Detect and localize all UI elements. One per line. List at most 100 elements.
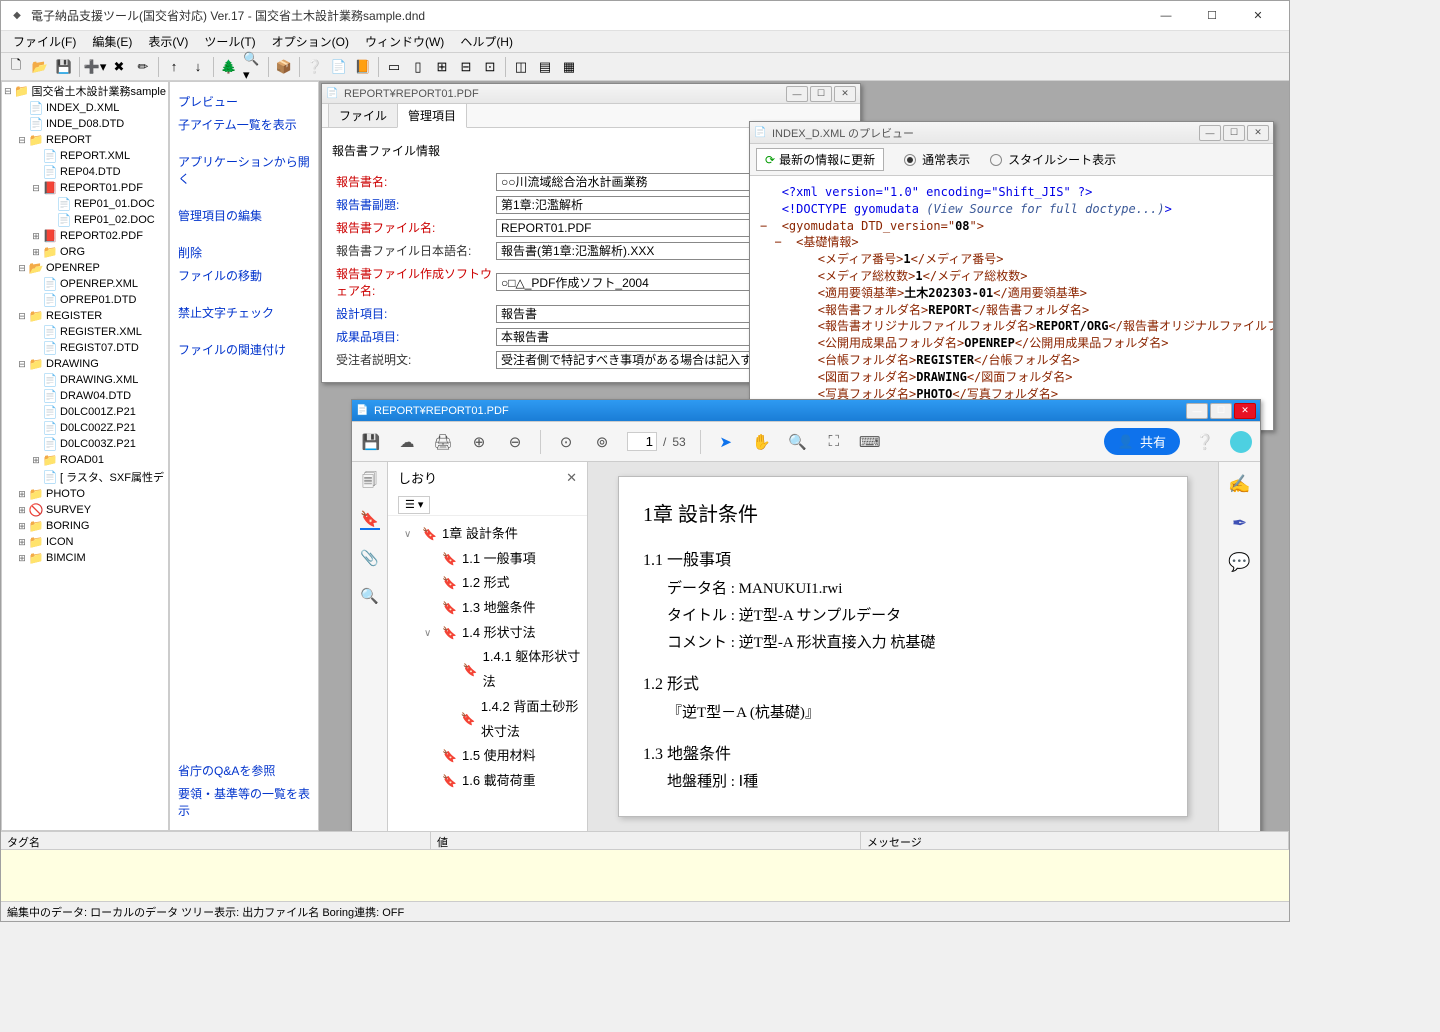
pdf-print-icon[interactable]: 🖨 xyxy=(432,431,454,453)
win1-max-button[interactable]: ☐ xyxy=(810,86,832,102)
bookmarks-icon[interactable]: 🔖 xyxy=(360,510,380,530)
action-link[interactable]: ファイルの関連付け xyxy=(176,338,312,361)
tree-item[interactable]: 📄REPORT.XML xyxy=(2,148,168,164)
tree-item[interactable]: ⊟📁REGISTER xyxy=(2,308,168,324)
tree-item[interactable]: ⊞📁BORING xyxy=(2,518,168,534)
tree-item[interactable]: ⊞📕REPORT02.PDF xyxy=(2,228,168,244)
expand-icon[interactable]: ⊞ xyxy=(16,553,28,564)
log-col-value[interactable]: 値 xyxy=(431,832,861,849)
refresh-button[interactable]: ⟳最新の情報に更新 xyxy=(756,148,884,171)
tree-item[interactable]: 📄DRAWING.XML xyxy=(2,372,168,388)
pdf-cloud-icon[interactable]: ☁ xyxy=(396,431,418,453)
win2-max-button[interactable]: ☐ xyxy=(1223,125,1245,141)
share-button[interactable]: 👤共有 xyxy=(1104,428,1180,455)
minimize-button[interactable]: — xyxy=(1143,1,1189,31)
info-icon[interactable]: 📄 xyxy=(328,56,350,78)
tree-item[interactable]: ⊟📁国交省土木設計業務sample xyxy=(2,82,168,100)
tree-item[interactable]: ⊞📁ROAD01 xyxy=(2,452,168,468)
pdf-fit-icon[interactable]: ⛶ xyxy=(823,431,845,453)
expand-icon[interactable]: ⊞ xyxy=(16,505,28,516)
log-body[interactable] xyxy=(1,850,1289,901)
tree-item[interactable]: 📄OPENREP.XML xyxy=(2,276,168,292)
tree-item[interactable]: 📄D0LC001Z.P21 xyxy=(2,404,168,420)
win3-close-button[interactable]: ✕ xyxy=(1234,403,1256,419)
expand-icon[interactable]: ⊟ xyxy=(16,311,28,322)
comment-icon[interactable]: 💬 xyxy=(1228,552,1250,573)
save-icon[interactable]: 💾 xyxy=(53,56,75,78)
tab[interactable]: ファイル xyxy=(328,103,398,127)
display-normal-radio[interactable]: 通常表示 xyxy=(904,151,970,168)
tree-item[interactable]: ⊟📁DRAWING xyxy=(2,356,168,372)
menu-item[interactable]: 編集(E) xyxy=(84,31,140,52)
display-stylesheet-radio[interactable]: スタイルシート表示 xyxy=(990,151,1116,168)
search-icon[interactable]: 🔍▾ xyxy=(242,56,264,78)
add-icon[interactable]: ➕▾ xyxy=(84,56,106,78)
pdf-keyboard-icon[interactable]: ⌨ xyxy=(859,431,881,453)
xml-body[interactable]: <?xml version="1.0" encoding="Shift_JIS"… xyxy=(750,176,1273,430)
edit-icon[interactable]: ✏ xyxy=(132,56,154,78)
expand-icon[interactable]: ⊞ xyxy=(16,537,28,548)
menu-item[interactable]: ウィンドウ(W) xyxy=(357,31,452,52)
outline-item[interactable]: 🔖1.6 載荷荷重 xyxy=(394,769,581,794)
tree-item[interactable]: 📄REGISTER.XML xyxy=(2,324,168,340)
pdf-hand-icon[interactable]: ✋ xyxy=(751,431,773,453)
log-col-tag[interactable]: タグ名 xyxy=(1,832,431,849)
menu-item[interactable]: オプション(O) xyxy=(264,31,357,52)
tree-item[interactable]: ⊞📁ORG xyxy=(2,244,168,260)
tree-item[interactable]: 📄REP01_01.DOC xyxy=(2,196,168,212)
expand-icon[interactable]: ⊞ xyxy=(30,455,42,466)
tree-item[interactable]: 📄D0LC002Z.P21 xyxy=(2,420,168,436)
layout2-icon[interactable]: ⊟ xyxy=(455,56,477,78)
expand-icon[interactable]: ⊞ xyxy=(16,521,28,532)
list-icon[interactable]: ▤ xyxy=(534,56,556,78)
outline-item[interactable]: 🔖1.3 地盤条件 xyxy=(394,596,581,621)
output-icon[interactable]: 📦 xyxy=(273,56,295,78)
win2-min-button[interactable]: — xyxy=(1199,125,1221,141)
delete-icon[interactable]: ✖ xyxy=(108,56,130,78)
outline-item[interactable]: 🔖1.2 形式 xyxy=(394,571,581,596)
outline-item[interactable]: 🔖1.1 一般事項 xyxy=(394,547,581,572)
chevron-icon[interactable]: ∨ xyxy=(404,525,416,544)
pdf-zoom-icon[interactable]: 🔍 xyxy=(787,431,809,453)
tree-item[interactable]: ⊟📕REPORT01.PDF xyxy=(2,180,168,196)
action-link[interactable]: 省庁のQ&Aを参照 xyxy=(176,759,312,782)
win2-close-button[interactable]: ✕ xyxy=(1247,125,1269,141)
win3-max-button[interactable]: ☐ xyxy=(1210,403,1232,419)
avatar[interactable] xyxy=(1230,431,1252,453)
help-icon[interactable]: ❔ xyxy=(304,56,326,78)
cascade-icon[interactable]: ▯ xyxy=(407,56,429,78)
tree-item[interactable]: ⊟📁REPORT xyxy=(2,132,168,148)
menu-item[interactable]: ファイル(F) xyxy=(5,31,84,52)
tile-icon[interactable]: ▭ xyxy=(383,56,405,78)
expand-icon[interactable]: ⊟ xyxy=(16,135,28,146)
tree-item[interactable]: 📄DRAW04.DTD xyxy=(2,388,168,404)
action-link[interactable]: アプリケーションから開く xyxy=(176,150,312,190)
outline-sort-button[interactable]: ☰ ▾ xyxy=(398,496,430,514)
layout1-icon[interactable]: ⊞ xyxy=(431,56,453,78)
support-icon[interactable]: 📙 xyxy=(352,56,374,78)
tab[interactable]: 管理項目 xyxy=(397,103,467,128)
window-icon[interactable]: ◫ xyxy=(510,56,532,78)
pdf-next-icon[interactable]: ⊚ xyxy=(591,431,613,453)
tree-item[interactable]: 📄D0LC003Z.P21 xyxy=(2,436,168,452)
annotate-icon[interactable]: ✍ xyxy=(1228,474,1250,495)
win1-min-button[interactable]: — xyxy=(786,86,808,102)
up-icon[interactable]: ↑ xyxy=(163,56,185,78)
menu-item[interactable]: 表示(V) xyxy=(140,31,196,52)
pdf-pointer-icon[interactable]: ➤ xyxy=(715,431,737,453)
pdf-page-area[interactable]: 1章 設計条件 1.1 一般事項 データ名 : MANUKUI1.rwiタイトル… xyxy=(588,462,1218,831)
tree-item[interactable]: 📄REGIST07.DTD xyxy=(2,340,168,356)
outline-item[interactable]: ∨🔖1.4 形状寸法 xyxy=(394,621,581,646)
grid-icon[interactable]: ▦ xyxy=(558,56,580,78)
win3-min-button[interactable]: — xyxy=(1186,403,1208,419)
tree-item[interactable]: ⊟📂OPENREP xyxy=(2,260,168,276)
search-panel-icon[interactable]: 🔍 xyxy=(360,586,380,606)
expand-icon[interactable]: ⊞ xyxy=(16,489,28,500)
tree-item[interactable]: 📄REP04.DTD xyxy=(2,164,168,180)
pdf-help-icon[interactable]: ❔ xyxy=(1194,431,1216,453)
tree-item[interactable]: 📄INDEX_D.XML xyxy=(2,100,168,116)
win3-titlebar[interactable]: 📄 REPORT¥REPORT01.PDF — ☐ ✕ xyxy=(352,400,1260,422)
tree-item[interactable]: ⊞📁BIMCIM xyxy=(2,550,168,566)
action-link[interactable]: 要領・基準等の一覧を表示 xyxy=(176,782,312,822)
expand-icon[interactable]: ⊟ xyxy=(16,263,28,274)
